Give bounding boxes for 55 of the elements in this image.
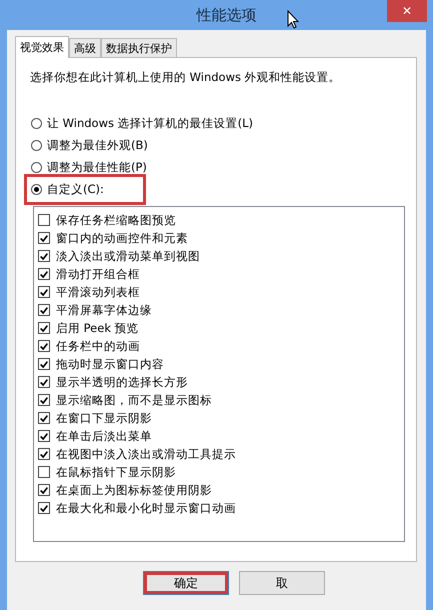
checkbox-label: 平滑屏幕字体边缘 [56, 302, 152, 318]
checkbox-label: 在视图中淡入淡出或滑动工具提示 [56, 446, 236, 462]
tab[interactable]: 视觉效果 [15, 36, 69, 58]
checkbox[interactable] [38, 376, 50, 388]
radio-label: 自定义(C): [47, 182, 104, 197]
checkbox[interactable] [38, 430, 50, 442]
tab[interactable]: 高级 [69, 38, 101, 57]
checkbox-label: 显示缩略图，而不是显示图标 [56, 392, 212, 408]
checkbox-label: 在鼠标指针下显示阴影 [56, 464, 176, 480]
radio-label: 调整为最佳外观(B) [47, 138, 148, 153]
checkbox-label: 任务栏中的动画 [56, 338, 140, 354]
checkbox[interactable] [38, 214, 50, 226]
checkbox[interactable] [38, 502, 50, 514]
checkbox-label: 显示半透明的选择长方形 [56, 374, 188, 390]
description-text: 选择你想在此计算机上使用的 Windows 外观和性能设置。 [30, 70, 342, 85]
radio-option[interactable]: 自定义(C): [31, 181, 139, 198]
checkbox[interactable] [38, 448, 50, 460]
checkbox[interactable] [38, 286, 50, 298]
radio-label: 调整为最佳性能(P) [47, 160, 147, 175]
checkbox-label: 在桌面上为图标标签使用阴影 [56, 482, 212, 498]
checkbox-label: 淡入淡出或滑动菜单到视图 [56, 248, 200, 264]
checkbox[interactable] [38, 322, 50, 334]
cursor-icon [287, 10, 299, 29]
radio-button[interactable] [31, 140, 42, 151]
checkbox[interactable] [38, 232, 50, 244]
radio-option[interactable]: 调整为最佳性能(P) [31, 159, 147, 176]
checkbox-label: 在窗口下显示阴影 [56, 410, 152, 426]
dialog-button[interactable]: 确定 [143, 571, 229, 595]
checkbox[interactable] [38, 340, 50, 352]
checkbox[interactable] [38, 466, 50, 478]
checkbox-label: 保存任务栏缩略图预览 [56, 212, 176, 228]
dialog-button[interactable]: 取 [239, 571, 325, 595]
window-title: 性能选项 [196, 6, 256, 24]
tab[interactable]: 数据执行保护 [101, 38, 177, 57]
radio-option[interactable]: 调整为最佳外观(B) [31, 137, 148, 154]
radio-button[interactable] [31, 184, 42, 195]
checkbox[interactable] [38, 358, 50, 370]
checkbox[interactable] [38, 412, 50, 424]
checkbox-label: 启用 Peek 预览 [56, 320, 139, 336]
checkbox[interactable] [38, 268, 50, 280]
close-button[interactable]: ✕ [387, 0, 427, 22]
checkbox[interactable] [38, 484, 50, 496]
checkbox-label: 平滑滚动列表框 [56, 284, 140, 300]
radio-button[interactable] [31, 118, 42, 129]
checkbox[interactable] [38, 304, 50, 316]
radio-label: 让 Windows 选择计算机的最佳设置(L) [47, 116, 254, 131]
checkbox-label: 拖动时显示窗口内容 [56, 356, 164, 372]
checkbox-label: 滑动打开组合框 [56, 266, 140, 282]
checkbox-label: 窗口内的动画控件和元素 [56, 230, 188, 246]
checkbox-label: 在单击后淡出菜单 [56, 428, 152, 444]
checkbox-label: 在最大化和最小化时显示窗口动画 [56, 500, 236, 516]
radio-option[interactable]: 让 Windows 选择计算机的最佳设置(L) [31, 115, 254, 132]
radio-button[interactable] [31, 162, 42, 173]
checkbox[interactable] [38, 394, 50, 406]
checkbox[interactable] [38, 250, 50, 262]
